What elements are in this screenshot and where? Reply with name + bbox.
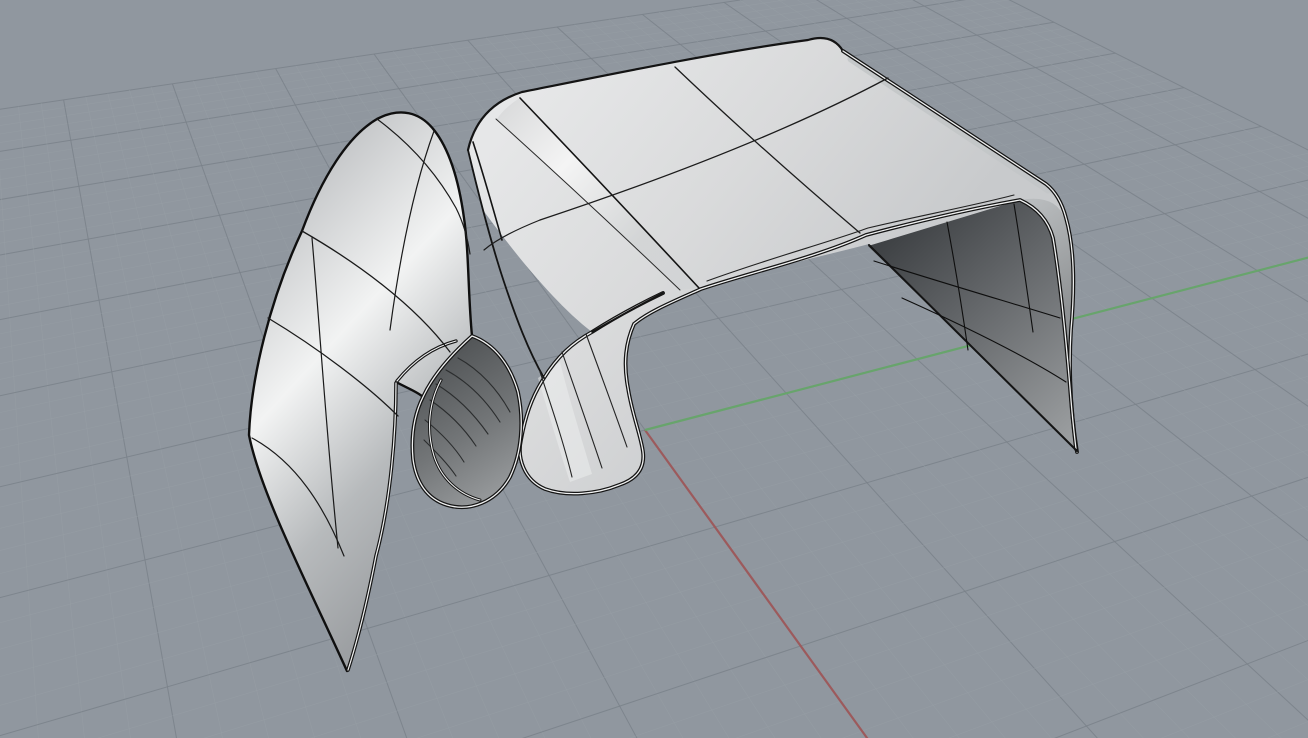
perspective-3d-viewport[interactable]	[0, 0, 1308, 738]
viewport-canvas[interactable]	[0, 0, 1308, 738]
